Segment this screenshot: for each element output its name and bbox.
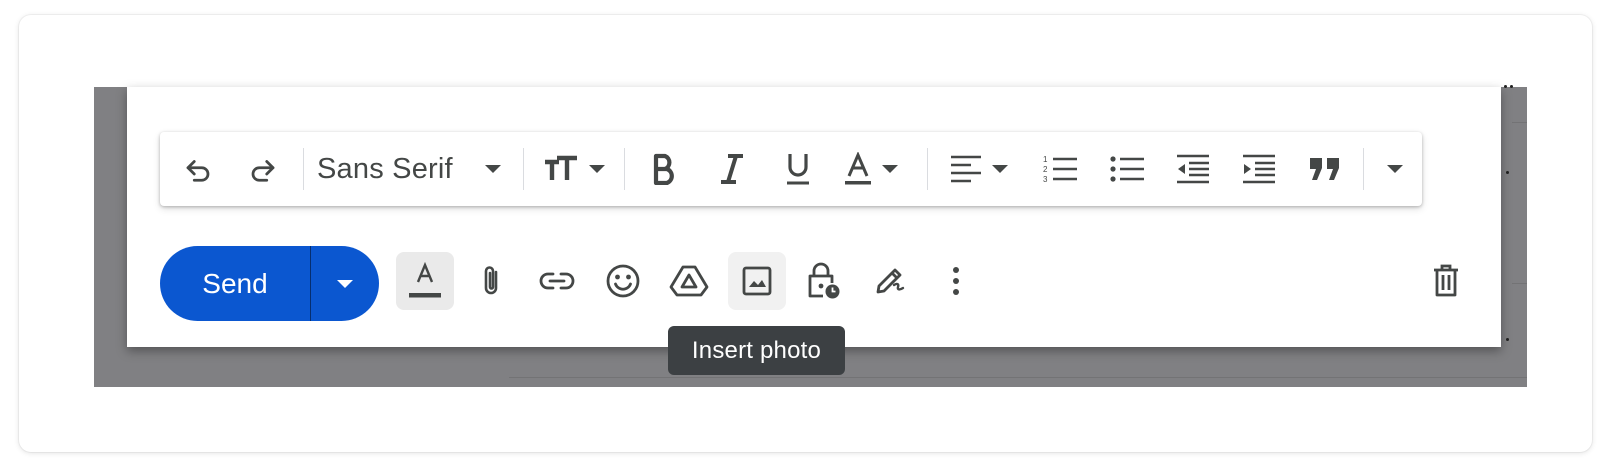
font-family-select[interactable]: Sans Serif: [317, 144, 507, 194]
formatting-options-button[interactable]: [396, 252, 454, 310]
chevron-down-icon: [992, 165, 1008, 173]
formatting-options-icon: [409, 262, 441, 298]
indent-more-icon: [1243, 154, 1275, 184]
indent-less-icon: [1177, 154, 1209, 184]
toolbar-divider: [624, 148, 625, 190]
font-size-button[interactable]: [538, 144, 610, 194]
toolbar-divider: [927, 148, 928, 190]
emoji-icon: [606, 264, 640, 298]
discard-draft-button[interactable]: [1417, 252, 1475, 310]
signature-icon: [876, 268, 905, 294]
undo-button[interactable]: [174, 144, 222, 194]
numbered-list-icon: 123: [1043, 155, 1077, 184]
insert-signature-button[interactable]: [860, 252, 918, 310]
text-color-icon: [845, 152, 871, 185]
more-options-icon: [953, 267, 959, 295]
undo-icon: [186, 160, 210, 182]
more-formatting-button[interactable]: [1374, 144, 1416, 194]
send-button[interactable]: Send: [160, 246, 310, 321]
toolbar-divider: [523, 148, 524, 190]
background-dot: [1510, 85, 1513, 88]
confidential-mode-icon: [808, 262, 840, 299]
chevron-down-icon: [485, 165, 501, 173]
svg-text:3: 3: [1043, 175, 1048, 184]
more-options-button[interactable]: [927, 252, 985, 310]
chevron-down-icon: [589, 165, 605, 173]
align-button[interactable]: [946, 144, 1012, 194]
redo-icon: [251, 160, 275, 182]
insert-photo-icon: [742, 266, 772, 296]
insert-photo-tooltip: Insert photo: [668, 326, 845, 375]
attach-icon: [484, 266, 498, 295]
quote-button[interactable]: [1300, 144, 1350, 194]
quote-icon: [1310, 158, 1339, 180]
link-icon: [539, 272, 575, 290]
more-formatting-icon: [1387, 165, 1403, 173]
font-size-icon: [545, 155, 577, 180]
insert-link-button[interactable]: [528, 252, 586, 310]
bulleted-list-icon: [1110, 156, 1144, 182]
confidential-mode-button[interactable]: [794, 252, 852, 310]
background-dot: [1506, 338, 1509, 341]
insert-photo-button[interactable]: [728, 252, 786, 310]
bulleted-list-button[interactable]: [1102, 144, 1152, 194]
chevron-down-icon: [337, 279, 353, 288]
italic-button[interactable]: [706, 144, 758, 194]
indent-more-button[interactable]: [1234, 144, 1284, 194]
bold-button[interactable]: [638, 144, 690, 194]
numbered-list-button[interactable]: 123: [1035, 144, 1085, 194]
discard-icon: [1434, 264, 1458, 297]
underline-button[interactable]: [772, 144, 824, 194]
background-dot: [1504, 85, 1507, 88]
toolbar-divider: [1363, 148, 1364, 190]
bold-icon: [653, 153, 674, 185]
background-dot: [1506, 171, 1509, 174]
svg-text:2: 2: [1043, 165, 1048, 174]
indent-less-button[interactable]: [1168, 144, 1218, 194]
font-family-label: Sans Serif: [317, 152, 453, 185]
align-icon: [951, 155, 981, 183]
attach-files-button[interactable]: [462, 252, 520, 310]
formatting-toolbar: Sans Serif 123: [160, 132, 1422, 206]
send-button-group: Send: [160, 246, 379, 321]
italic-icon: [721, 154, 743, 184]
insert-drive-file-button[interactable]: [660, 252, 718, 310]
underline-icon: [787, 154, 809, 185]
redo-button[interactable]: [239, 144, 287, 194]
insert-emoji-button[interactable]: [594, 252, 652, 310]
svg-text:1: 1: [1043, 155, 1048, 164]
toolbar-divider: [303, 148, 304, 190]
text-color-button[interactable]: [838, 144, 904, 194]
chevron-down-icon: [882, 165, 898, 173]
drive-icon: [669, 265, 709, 297]
